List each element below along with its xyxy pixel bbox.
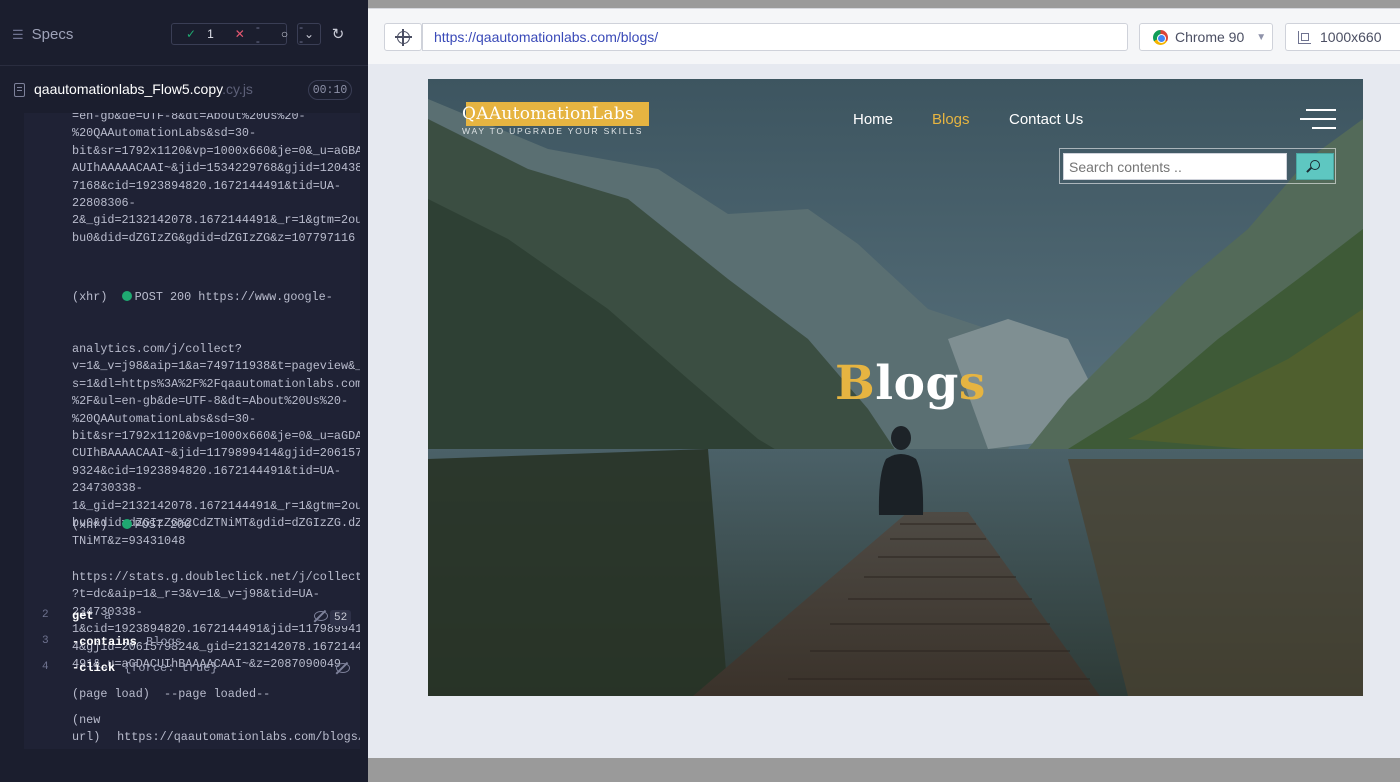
new-url-event[interactable]: (new url) https://qaautomationlabs.com/b… bbox=[72, 712, 360, 747]
command-arg: Blogs bbox=[146, 635, 183, 649]
url-bar[interactable]: https://qaautomationlabs.com/blogs/ bbox=[422, 23, 1128, 51]
event-text: --page loaded-- bbox=[164, 687, 271, 701]
hero-title: Blogs bbox=[835, 356, 986, 411]
xhr-url-text: =en-gb&de=UTF-8&dt=About%20Us%20- %20QAA… bbox=[72, 113, 360, 245]
xhr-label: (xhr) bbox=[72, 517, 108, 532]
nav-blogs[interactable]: Blogs bbox=[932, 111, 970, 128]
command-number: 4 bbox=[42, 661, 49, 673]
command-name: get bbox=[72, 609, 94, 623]
nav-home[interactable]: Home bbox=[853, 111, 893, 128]
file-icon bbox=[14, 83, 25, 97]
site-logo[interactable]: QAAutomationLabs WAY TO UPGRADE YOUR SKI… bbox=[462, 102, 649, 136]
xhr-status: POST 200 https://www.google- bbox=[134, 289, 333, 304]
specs-button[interactable]: ☰ Specs bbox=[12, 26, 73, 43]
crosshair-icon bbox=[395, 29, 412, 46]
command-log[interactable]: =en-gb&de=UTF-8&dt=About%20Us%20- %20QAA… bbox=[24, 113, 360, 749]
xhr-label: (xhr) bbox=[72, 289, 108, 304]
command-number: 3 bbox=[42, 635, 49, 647]
pending-circle-icon: ○ bbox=[280, 27, 289, 41]
app-under-test: https://qaautomationlabs.com/blogs/ Chro… bbox=[368, 0, 1400, 782]
search-box bbox=[1059, 148, 1336, 184]
event-label: (page load) bbox=[72, 687, 150, 701]
rerun-button[interactable]: ↻ bbox=[326, 23, 350, 45]
spec-file-name: qaautomationlabs_Flow5.copy.cy.js bbox=[34, 81, 253, 97]
browser-label: Chrome 90 bbox=[1175, 29, 1245, 45]
reporter-header: ☰ Specs ✓ 1 ✕ -- ○ -- ⌄ ↻ bbox=[0, 0, 368, 66]
command-click[interactable]: 4 -click {force: true} bbox=[24, 658, 360, 680]
passed-stat: ✓ 1 bbox=[172, 27, 221, 41]
viewport-label: 1000x660 bbox=[1320, 29, 1382, 45]
logo-tagline: WAY TO UPGRADE YOUR SKILLS bbox=[462, 126, 644, 136]
test-stats: ✓ 1 ✕ -- ○ -- bbox=[171, 20, 303, 48]
page-load-event[interactable]: (page load) --page loaded-- bbox=[72, 686, 270, 703]
hamburger-menu-icon[interactable] bbox=[1300, 109, 1336, 131]
viewport-icon bbox=[1298, 30, 1311, 44]
search-button[interactable] bbox=[1296, 153, 1334, 180]
specs-label: Specs bbox=[31, 26, 74, 43]
command-contains[interactable]: 3 -contains Blogs bbox=[24, 632, 360, 654]
command-get[interactable]: 2 get a 52 bbox=[24, 606, 360, 628]
chevron-down-button[interactable]: ⌄ bbox=[297, 23, 321, 45]
hidden-eye-icon bbox=[314, 611, 328, 621]
event-text: https://qaautomationlabs.com/blogs/ bbox=[117, 730, 360, 744]
search-icon bbox=[1310, 160, 1320, 170]
element-count-badge: 52 bbox=[330, 610, 352, 626]
selector-playground-button[interactable] bbox=[384, 23, 422, 51]
nav-contact-us[interactable]: Contact Us bbox=[1009, 111, 1083, 128]
aut-toolbar: https://qaautomationlabs.com/blogs/ Chro… bbox=[368, 8, 1400, 64]
command-name: -click bbox=[72, 661, 116, 675]
xhr-status: POST 200 bbox=[134, 517, 192, 532]
logo-text: QAAutomationLabs bbox=[462, 104, 635, 124]
command-name: -contains bbox=[72, 635, 137, 649]
hidden-eye-icon bbox=[336, 663, 350, 673]
aut-iframe-container: QAAutomationLabs WAY TO UPGRADE YOUR SKI… bbox=[368, 64, 1400, 758]
spec-duration: 00:10 bbox=[308, 80, 352, 100]
website-hero[interactable]: QAAutomationLabs WAY TO UPGRADE YOUR SKI… bbox=[428, 79, 1363, 696]
browser-selector[interactable]: Chrome 90 ▼ bbox=[1139, 23, 1273, 51]
failed-stat: ✕ -- bbox=[221, 20, 267, 48]
command-log-panel: ☰ Specs ✓ 1 ✕ -- ○ -- ⌄ ↻ qaautomationlabs_… bbox=[0, 0, 368, 782]
search-input[interactable] bbox=[1063, 153, 1287, 180]
viewport-selector[interactable]: 1000x660 bbox=[1285, 23, 1400, 51]
chevron-down-icon: ⌄ bbox=[303, 27, 315, 41]
command-arg: a bbox=[104, 609, 112, 623]
event-label: (new url) bbox=[72, 713, 101, 745]
status-dot-icon bbox=[121, 518, 132, 529]
x-icon: ✕ bbox=[234, 27, 245, 41]
specs-list-icon: ☰ bbox=[12, 26, 24, 42]
refresh-icon: ↻ bbox=[331, 26, 345, 43]
status-dot-icon bbox=[121, 290, 132, 301]
chevron-down-icon: ▼ bbox=[1256, 31, 1267, 43]
chrome-icon bbox=[1153, 29, 1168, 45]
check-icon: ✓ bbox=[186, 27, 197, 41]
command-number: 2 bbox=[42, 609, 49, 621]
command-arg: {force: true} bbox=[124, 661, 218, 675]
